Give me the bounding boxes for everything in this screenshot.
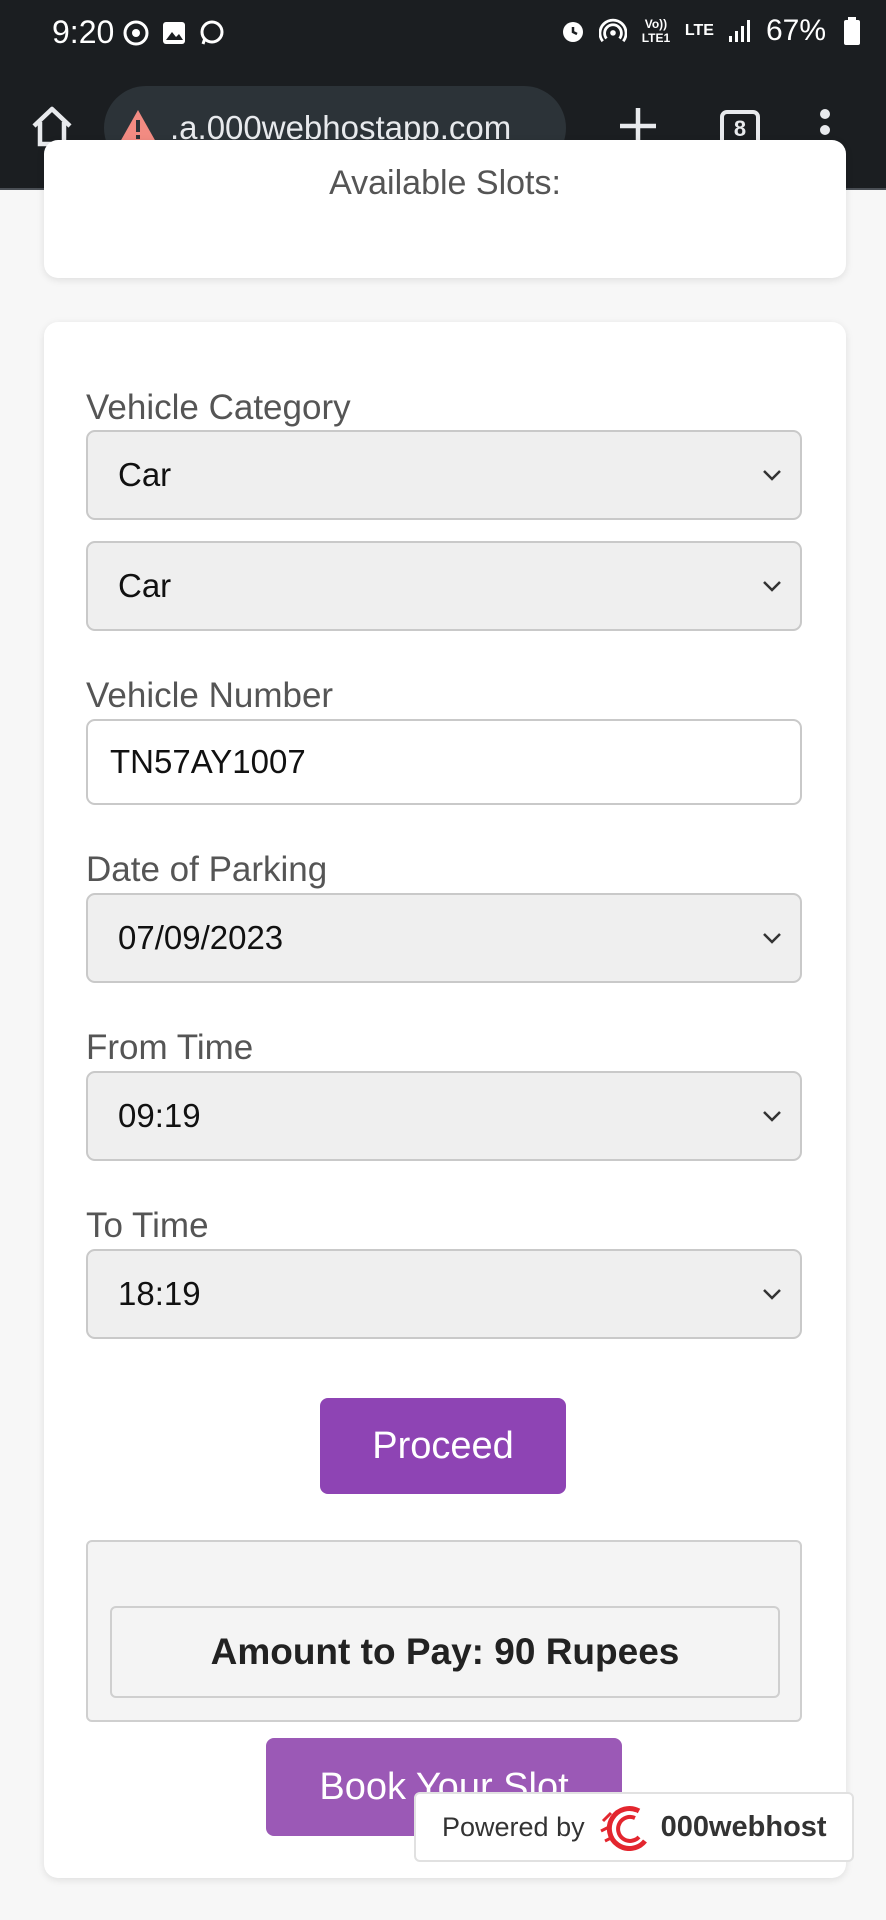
vehicle-category-value: Car [118,456,172,493]
from-time-label: From Time [86,1028,254,1067]
gallery-icon [160,19,188,47]
vehicle-type-select[interactable]: Car [86,541,802,631]
signal-icon [726,17,754,45]
amount-panel: Amount to Pay: 90 Rupees [86,1540,802,1722]
vehicle-category-select[interactable]: Car [86,430,802,520]
from-time-select[interactable]: 09:19 [86,1071,802,1161]
chevron-down-icon [763,1289,781,1300]
to-time-value: 18:19 [118,1275,201,1312]
amount-to-pay: Amount to Pay: 90 Rupees [110,1606,780,1698]
chevron-down-icon [763,470,781,481]
to-time-label: To Time [86,1206,209,1245]
vehicle-number-value: TN57AY1007 [110,743,306,780]
brand-name: 000webhost [660,1810,827,1843]
booking-form-card: Vehicle Category Car Car Vehicle Number … [44,322,846,1878]
notification-icons [122,19,226,47]
chevron-down-icon [763,581,781,592]
proceed-button[interactable]: Proceed [320,1398,566,1494]
whatsapp-icon [198,19,226,47]
vehicle-category-label: Vehicle Category [86,388,351,427]
volte-label: Vo)) LTE1 [641,17,671,45]
slots-card: Available Slots: [44,140,846,278]
lte-label: LTE [684,22,714,39]
vehicle-number-label: Vehicle Number [86,676,334,715]
battery-icon [838,17,866,45]
powered-by-badge[interactable]: Powered by 000webhost [414,1792,854,1862]
chevron-down-icon [763,933,781,944]
date-of-parking-select[interactable]: 07/09/2023 [86,893,802,983]
system-status-icons: Vo)) LTE1 LTE 67% [559,14,866,48]
vehicle-type-value: Car [118,567,172,604]
hotspot-icon [598,17,627,45]
date-of-parking-value: 07/09/2023 [118,919,284,956]
status-bar: 9:20 Vo)) LTE1 LTE 67% [0,0,886,66]
available-slots-heading: Available Slots: [329,164,561,202]
from-time-value: 09:19 [118,1097,201,1134]
battery-percent: 67% [765,14,826,47]
date-of-parking-label: Date of Parking [86,850,328,889]
000webhost-logo-icon [599,1806,647,1851]
status-time: 9:20 [52,14,115,50]
alarm-icon [559,17,587,45]
vehicle-number-input[interactable]: TN57AY1007 [86,719,802,805]
app-notification-icon [122,19,150,47]
tab-count: 8 [733,116,747,141]
powered-by-text: Powered by [442,1811,585,1842]
chevron-down-icon [763,1111,781,1122]
to-time-select[interactable]: 18:19 [86,1249,802,1339]
